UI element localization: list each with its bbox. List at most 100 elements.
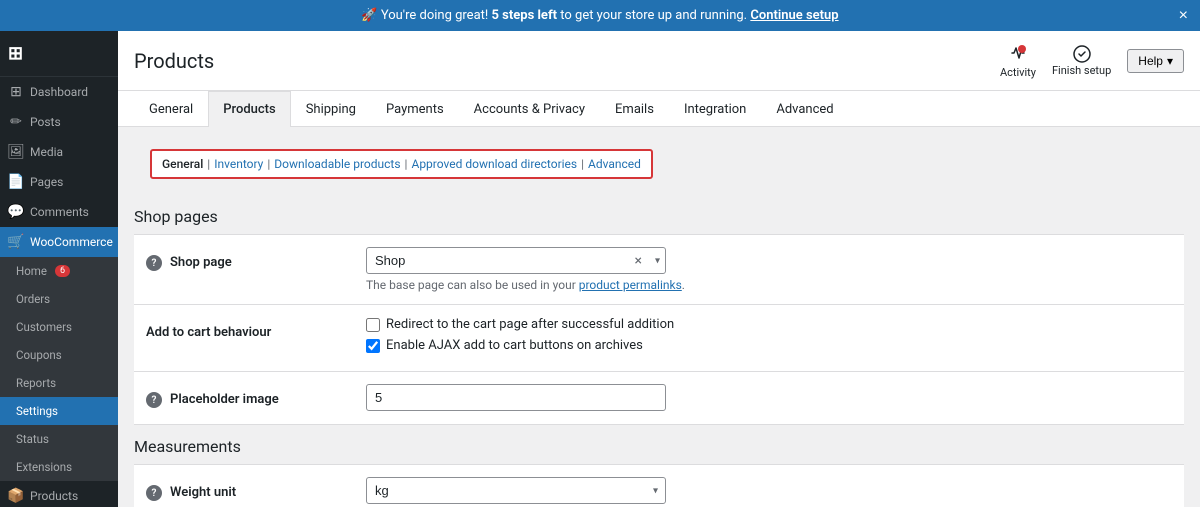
help-button[interactable]: Help ▾ (1127, 49, 1184, 73)
placeholder-image-input[interactable] (366, 384, 666, 411)
ajax-checkbox[interactable] (366, 339, 380, 353)
shop-page-select[interactable]: Shop (366, 247, 666, 274)
sidebar-item-woocommerce[interactable]: 🛒 WooCommerce (0, 227, 118, 257)
shop-page-label: Shop page (170, 255, 232, 270)
table-row: ? Placeholder image (134, 372, 1184, 425)
sidebar-item-status[interactable]: Status (0, 425, 118, 453)
product-permalinks-link[interactable]: product permalinks (579, 278, 682, 292)
posts-icon: ✏ (8, 114, 24, 130)
sidebar-item-orders[interactable]: Orders (0, 285, 118, 313)
section-measurements-title: Measurements (134, 425, 1184, 465)
weight-unit-value-cell: kg g lbs oz ▾ (354, 465, 1184, 507)
weight-unit-label: Weight unit (170, 485, 236, 500)
placeholder-image-value-cell (354, 372, 1184, 425)
tab-products[interactable]: Products (208, 91, 290, 127)
topbar: Products Activity Fini (118, 31, 1200, 91)
ajax-label: Enable AJAX add to cart buttons on archi… (386, 338, 643, 353)
comments-icon: 💬 (8, 204, 24, 220)
subtab-approved[interactable]: Approved download directories (411, 157, 577, 171)
sidebar-label-coupons: Coupons (16, 348, 62, 362)
sidebar-item-coupons[interactable]: Coupons (0, 341, 118, 369)
tab-payments[interactable]: Payments (371, 91, 459, 127)
sidebar-label-media: Media (30, 145, 63, 159)
add-to-cart-label-cell: Add to cart behaviour (134, 305, 354, 372)
redirect-checkbox[interactable] (366, 318, 380, 332)
add-to-cart-value-cell: Redirect to the cart page after successf… (354, 305, 1184, 372)
finish-setup-icon (1072, 44, 1092, 64)
subtab-general[interactable]: General (162, 157, 203, 171)
subtab-list: General | Inventory | Downloadable produ… (150, 149, 653, 179)
tab-integration[interactable]: Integration (669, 91, 761, 127)
tab-shipping[interactable]: Shipping (291, 91, 371, 127)
products-icon: 📦 (8, 488, 24, 504)
sidebar-item-posts[interactable]: ✏ Posts (0, 107, 118, 137)
notification-dot (1018, 45, 1026, 53)
sidebar-label-status: Status (16, 432, 49, 446)
shop-page-description: The base page can also be used in your p… (366, 278, 1172, 292)
sidebar-label-reports: Reports (16, 376, 56, 390)
woocommerce-submenu: Home 6 Orders Customers Coupons Reports … (0, 257, 118, 481)
select-clear-icon[interactable]: × (635, 253, 642, 269)
shop-page-help-icon[interactable]: ? (146, 255, 162, 271)
add-to-cart-label: Add to cart behaviour (146, 325, 271, 340)
banner-close-button[interactable]: × (1179, 7, 1188, 25)
activity-button[interactable]: Activity (1000, 43, 1036, 79)
redirect-label: Redirect to the cart page after successf… (386, 317, 674, 332)
woocommerce-icon: 🛒 (8, 234, 24, 250)
home-badge: 6 (55, 265, 70, 277)
table-row: ? Shop page Shop × ▾ The (134, 235, 1184, 305)
topbar-actions: Activity Finish setup Help ▾ (1000, 43, 1184, 79)
weight-unit-help-icon[interactable]: ? (146, 485, 162, 501)
sidebar-label-extensions: Extensions (16, 460, 72, 474)
settings-tabs: General Products Shipping Payments Accou… (118, 91, 1200, 127)
sidebar-item-dashboard[interactable]: ⊞ Dashboard (0, 77, 118, 107)
tab-list: General Products Shipping Payments Accou… (134, 91, 1184, 126)
subtab-advanced[interactable]: Advanced (588, 157, 641, 171)
sidebar-item-media[interactable]: 🖼 Media (0, 137, 118, 167)
finish-setup-label: Finish setup (1052, 64, 1111, 77)
sidebar-label-pages: Pages (30, 175, 63, 189)
sidebar-label-customers: Customers (16, 320, 72, 334)
sidebar-label-woocommerce: WooCommerce (30, 235, 113, 249)
placeholder-image-help-icon[interactable]: ? (146, 392, 162, 408)
sidebar-label-home: Home (16, 264, 47, 278)
shop-page-value-cell: Shop × ▾ The base page can also be used … (354, 235, 1184, 305)
sidebar-label-products: Products (30, 489, 78, 503)
tab-advanced[interactable]: Advanced (761, 91, 848, 127)
shop-page-label-cell: ? Shop page (134, 235, 354, 305)
sidebar-item-comments[interactable]: 💬 Comments (0, 197, 118, 227)
sidebar-item-extensions[interactable]: Extensions (0, 453, 118, 481)
pages-icon: 📄 (8, 174, 24, 190)
tab-general[interactable]: General (134, 91, 208, 127)
subtab-inventory[interactable]: Inventory (214, 157, 263, 171)
tab-accounts-privacy[interactable]: Accounts & Privacy (459, 91, 600, 127)
settings-content: Shop pages ? Shop page Shop (118, 179, 1200, 507)
table-row: ? Weight unit kg g lbs oz ▾ (134, 465, 1184, 507)
weight-unit-select[interactable]: kg g lbs oz (366, 477, 666, 504)
sidebar-label-dashboard: Dashboard (30, 85, 88, 99)
sidebar-label-comments: Comments (30, 205, 89, 219)
shop-pages-table: ? Shop page Shop × ▾ The (134, 235, 1184, 425)
tab-emails[interactable]: Emails (600, 91, 669, 127)
finish-setup-button[interactable]: Finish setup (1052, 44, 1111, 77)
checkbox-redirect-row: Redirect to the cart page after successf… (366, 317, 1172, 332)
sidebar-item-pages[interactable]: 📄 Pages (0, 167, 118, 197)
sidebar-label-orders: Orders (16, 292, 50, 306)
sidebar-item-home[interactable]: Home 6 (0, 257, 118, 285)
media-icon: 🖼 (8, 144, 24, 160)
help-label: Help (1138, 54, 1163, 68)
sidebar-item-customers[interactable]: Customers (0, 313, 118, 341)
subtab-downloadable[interactable]: Downloadable products (274, 157, 400, 171)
placeholder-image-label: Placeholder image (170, 392, 279, 407)
dashboard-icon: ⊞ (8, 84, 24, 100)
page-title: Products (134, 49, 214, 73)
sidebar: ⊞ ⊞ Dashboard ✏ Posts 🖼 Media 📄 Pages 💬 … (0, 31, 118, 507)
sidebar-item-settings[interactable]: Settings (0, 397, 118, 425)
activity-label: Activity (1000, 66, 1036, 79)
section-shop-pages-title: Shop pages (134, 195, 1184, 235)
sidebar-item-products[interactable]: 📦 Products (0, 481, 118, 507)
continue-setup-link[interactable]: Continue setup (750, 8, 838, 23)
sidebar-item-reports[interactable]: Reports (0, 369, 118, 397)
checkbox-ajax-row: Enable AJAX add to cart buttons on archi… (366, 338, 1172, 353)
sidebar-label-settings: Settings (16, 404, 58, 418)
